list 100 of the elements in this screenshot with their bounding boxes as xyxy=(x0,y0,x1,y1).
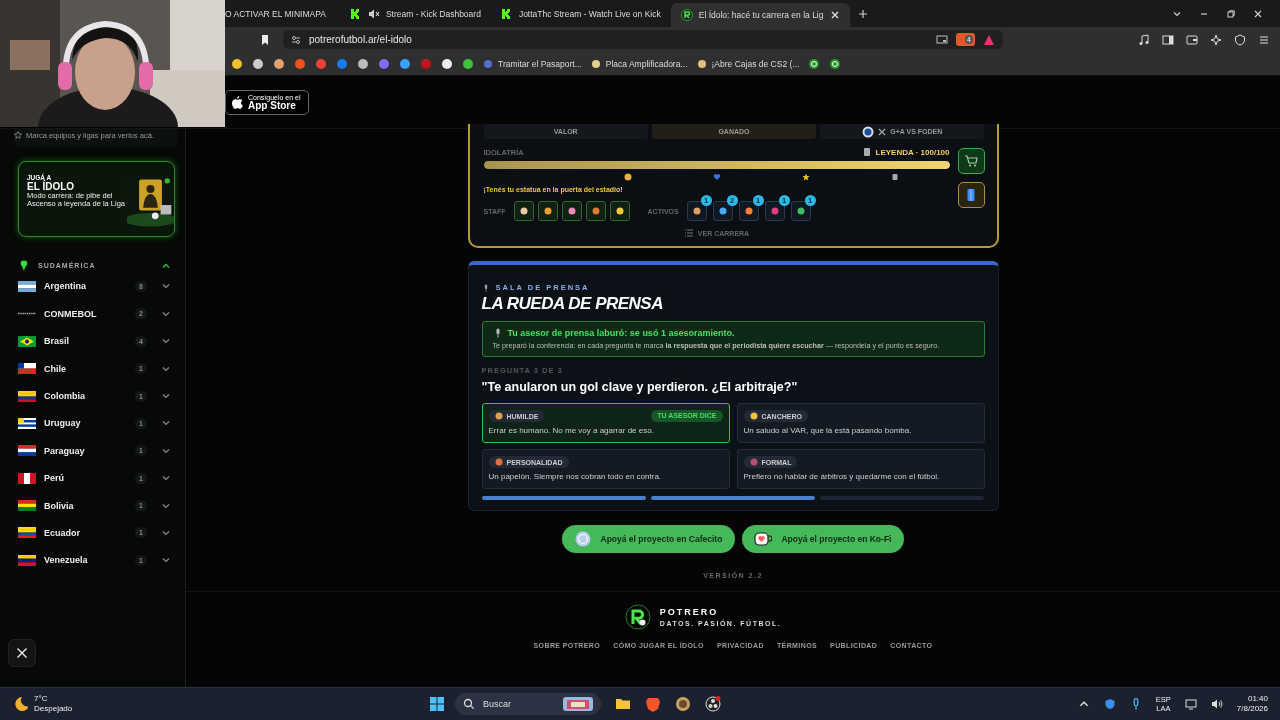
mug-heart-icon xyxy=(754,531,773,547)
coffee-cup-icon xyxy=(573,531,592,547)
windows-start-icon[interactable] xyxy=(429,696,446,712)
sidebar-icon[interactable] xyxy=(1162,33,1174,46)
asset-slot[interactable] xyxy=(764,201,785,221)
continent-icon xyxy=(18,259,30,272)
bookmark-site-icon[interactable] xyxy=(273,57,285,70)
browser-tab[interactable]: O ACTIVAR EL MINIMAPA xyxy=(225,2,340,25)
asset-icon xyxy=(769,206,780,216)
staff-slot[interactable] xyxy=(537,201,558,221)
menu-icon[interactable] xyxy=(1258,33,1270,46)
bookmark-site-icon[interactable] xyxy=(252,57,264,70)
rank-label: LEYENDA · 100/100 xyxy=(875,147,950,157)
logo-icon xyxy=(680,9,693,21)
browser-tab[interactable]: JottaThc Stream - Watch Live on Kick xyxy=(490,2,671,25)
asset-icon xyxy=(717,206,728,216)
bookmark-site-icon[interactable] xyxy=(357,57,369,70)
staff-slot[interactable] xyxy=(561,201,582,221)
support-button[interactable]: Apoyá el proyecto en Ko-Fi xyxy=(742,525,905,553)
staff-icon xyxy=(542,206,553,216)
asset-slot[interactable] xyxy=(790,201,811,221)
flag-icon xyxy=(18,335,36,347)
staff-slot[interactable] xyxy=(585,201,606,221)
flag-icon xyxy=(18,363,36,375)
bookmark-site-icon[interactable] xyxy=(231,57,243,70)
answer-text: Prefiero no hablar de árbitros y quedarme con el fútbol. xyxy=(743,472,940,481)
badge-title: App Store xyxy=(248,100,296,111)
bookmark-link[interactable]: ¡Abre Cajas de CS2 (... xyxy=(696,58,800,69)
shield-icon[interactable] xyxy=(1103,698,1116,710)
app-icon[interactable] xyxy=(675,696,692,712)
asset-icon xyxy=(795,206,806,216)
taskbar-search[interactable]: Buscar xyxy=(455,693,602,715)
cast-icon[interactable] xyxy=(936,33,949,46)
emoji-icon xyxy=(749,412,758,420)
close-icon[interactable] xyxy=(829,10,840,20)
search-icon xyxy=(463,698,476,710)
answer-text: Un saludo al VAR, que la está pasando bomba. xyxy=(743,426,912,435)
moon-icon xyxy=(12,696,28,712)
emoji-icon xyxy=(494,412,503,420)
asset-slot[interactable] xyxy=(712,201,733,221)
x-social-button[interactable] xyxy=(8,639,36,667)
flag-icon xyxy=(18,527,36,539)
staff-icon xyxy=(566,206,577,216)
restore-icon[interactable] xyxy=(1226,8,1236,19)
bookmark-link[interactable]: Placa Amplificadora... xyxy=(590,58,688,69)
bookmark-icon[interactable] xyxy=(259,33,271,46)
bookmark-site-icon xyxy=(590,58,601,69)
bookmark-site-icon[interactable] xyxy=(399,57,411,70)
advisor-title: Tu asesor de prensa laburó: se usó 1 asesoramiento. xyxy=(507,328,735,338)
muted-icon[interactable] xyxy=(367,7,380,20)
network-icon[interactable] xyxy=(1184,698,1197,710)
staff-icon xyxy=(518,206,529,216)
sparkle-icon[interactable] xyxy=(1210,33,1222,46)
support-button[interactable]: Apoyá el proyecto en Cafecito xyxy=(561,525,736,553)
weather-description: Despejado xyxy=(34,704,73,714)
staff-icon xyxy=(614,206,625,216)
bookmark-site-icon[interactable] xyxy=(462,57,474,70)
shop-button[interactable] xyxy=(957,148,985,174)
obs-icon[interactable] xyxy=(705,696,722,712)
flag-icon xyxy=(18,417,36,429)
answer-text: Errar es humano. No me voy a agarrar de eso. xyxy=(488,426,654,435)
shield-icon[interactable] xyxy=(1234,33,1246,46)
emoji-icon xyxy=(494,458,503,466)
cross-icon xyxy=(878,127,887,136)
bookmark-site-icon xyxy=(696,58,707,69)
cart-icon xyxy=(964,154,978,168)
music-icon[interactable] xyxy=(1138,33,1150,46)
asset-slot[interactable] xyxy=(686,201,707,221)
logo-icon[interactable] xyxy=(808,57,821,70)
star-outline-icon xyxy=(14,131,22,139)
browser-tab[interactable]: Stream - Kick Dashboard xyxy=(339,2,491,25)
locker-button[interactable] xyxy=(957,182,985,208)
wallet-icon[interactable] xyxy=(1186,33,1198,46)
flag-icon xyxy=(18,280,36,292)
asset-slot[interactable] xyxy=(738,201,759,221)
browser-tab[interactable]: El Ídolo: hacé tu carrera en la Lig xyxy=(670,3,850,27)
triangle-icon[interactable] xyxy=(983,33,995,46)
bookmark-site-icon xyxy=(483,58,493,69)
site-settings-icon[interactable] xyxy=(291,34,301,45)
chevron-down-icon xyxy=(161,391,171,401)
kick-icon xyxy=(500,7,513,20)
clock[interactable]: 01:40 7/8/2026 xyxy=(1236,694,1268,714)
brand-name: POTRERO xyxy=(659,607,720,617)
bookmark-link[interactable]: Tramitar el Pasaport... xyxy=(483,58,582,69)
staff-slot[interactable] xyxy=(513,201,534,221)
potrero-logo[interactable] xyxy=(624,604,651,630)
crest-icon xyxy=(862,125,875,138)
folder-icon[interactable] xyxy=(615,696,632,712)
flag-icon xyxy=(18,500,36,512)
apple-icon xyxy=(232,95,243,109)
bookmark-site-icon[interactable] xyxy=(441,57,453,70)
logo-icon[interactable] xyxy=(829,57,842,70)
volume-icon[interactable] xyxy=(1210,698,1223,710)
staff-slot[interactable] xyxy=(609,201,630,221)
star-icon xyxy=(802,173,810,181)
new-tab-icon[interactable] xyxy=(857,8,868,19)
flag-icon xyxy=(18,554,36,566)
heart-icon xyxy=(713,173,721,181)
question-text: "Te anularon un gol clave y perdieron. ¿El arbitraje?" xyxy=(481,380,799,394)
close-icon[interactable] xyxy=(1253,8,1263,19)
